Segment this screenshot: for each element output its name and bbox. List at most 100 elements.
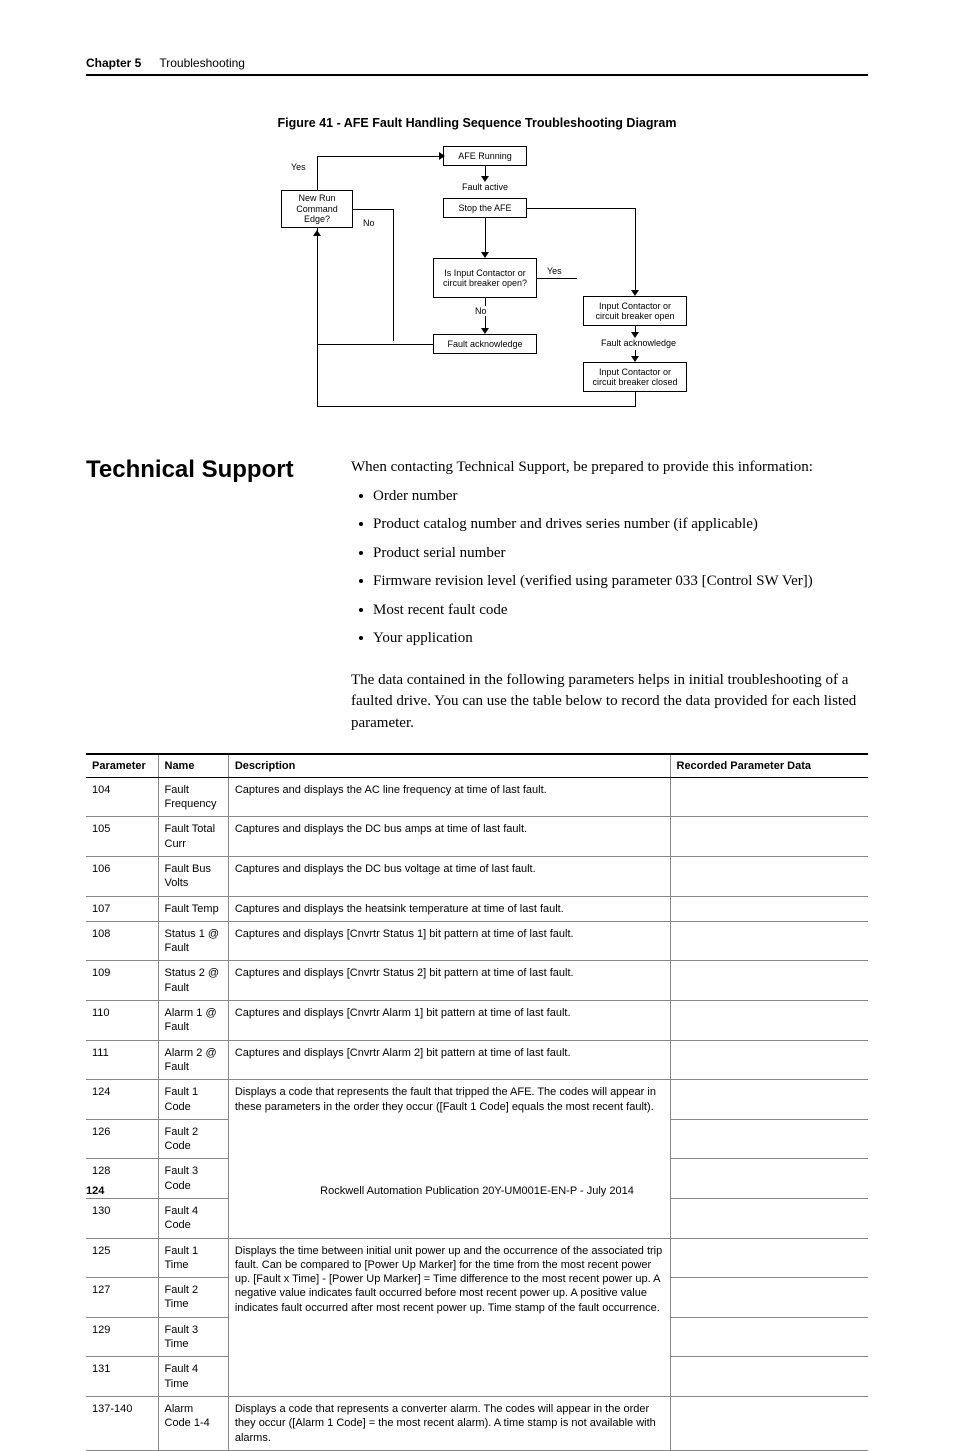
cell-name: Fault 4 Time xyxy=(158,1357,228,1397)
cell-desc: Captures and displays [Cnvrtr Status 1] … xyxy=(228,921,670,961)
bullet-item: Firmware revision level (verified using … xyxy=(373,570,868,593)
node-ic-open: Input Contactor or circuit breaker open xyxy=(583,296,687,326)
bullet-item: Your application xyxy=(373,627,868,650)
bullet-item: Most recent fault code xyxy=(373,599,868,622)
cell-param: 124 xyxy=(86,1080,158,1120)
cell-desc: Displays the time between initial unit p… xyxy=(228,1238,670,1396)
node-fault-ack-right: Fault acknowledge xyxy=(601,338,676,348)
cell-param: 106 xyxy=(86,856,158,896)
node-stop-afe: Stop the AFE xyxy=(443,198,527,218)
cell-recorded xyxy=(670,1119,868,1159)
cell-name: Alarm Code 1-4 xyxy=(158,1396,228,1450)
cell-recorded xyxy=(670,817,868,857)
table-row: 111 Alarm 2 @ Fault Captures and display… xyxy=(86,1040,868,1080)
table-row: 137-140 Alarm Code 1-4 Displays a code t… xyxy=(86,1396,868,1450)
th-name: Name xyxy=(158,754,228,778)
cell-recorded xyxy=(670,1317,868,1357)
cell-desc: Captures and displays the AC line freque… xyxy=(228,777,670,817)
label-no-ic: No xyxy=(475,306,487,316)
cell-param: 130 xyxy=(86,1198,158,1238)
cell-desc: Captures and displays the heatsink tempe… xyxy=(228,896,670,921)
node-fault-ack-left: Fault acknowledge xyxy=(433,334,537,354)
cell-param: 111 xyxy=(86,1040,158,1080)
cell-name: Fault Frequency xyxy=(158,777,228,817)
cell-desc: Displays a code that represents a conver… xyxy=(228,1396,670,1450)
bullet-item: Order number xyxy=(373,485,868,508)
cell-desc: Captures and displays [Cnvrtr Alarm 2] b… xyxy=(228,1040,670,1080)
cell-param: 127 xyxy=(86,1278,158,1318)
table-row: 104 Fault Frequency Captures and display… xyxy=(86,777,868,817)
table-row: 109 Status 2 @ Fault Captures and displa… xyxy=(86,961,868,1001)
page-number: 124 xyxy=(86,1185,104,1197)
table-row: 108 Status 1 @ Fault Captures and displa… xyxy=(86,921,868,961)
cell-recorded xyxy=(670,1001,868,1041)
cell-name: Fault Total Curr xyxy=(158,817,228,857)
page-footer: 124 Rockwell Automation Publication 20Y-… xyxy=(86,1185,868,1197)
flowchart-diagram: AFE Running Fault active Stop the AFE Ne… xyxy=(257,146,697,416)
bullet-item: Product serial number xyxy=(373,542,868,565)
label-fault-active: Fault active xyxy=(462,182,508,192)
cell-param: 125 xyxy=(86,1238,158,1278)
chapter-label: Chapter 5 xyxy=(86,56,141,70)
node-afe-running: AFE Running xyxy=(443,146,527,166)
cell-recorded xyxy=(670,896,868,921)
cell-name: Fault 4 Code xyxy=(158,1198,228,1238)
cell-name: Alarm 1 @ Fault xyxy=(158,1001,228,1041)
cell-name: Alarm 2 @ Fault xyxy=(158,1040,228,1080)
cell-recorded xyxy=(670,1238,868,1278)
label-yes-newrun: Yes xyxy=(291,162,306,172)
bullet-item: Product catalog number and drives series… xyxy=(373,513,868,536)
node-ic-closed: Input Contactor or circuit breaker close… xyxy=(583,362,687,392)
parameter-table: Parameter Name Description Recorded Para… xyxy=(86,753,868,1451)
th-parameter: Parameter xyxy=(86,754,158,778)
cell-name: Fault Bus Volts xyxy=(158,856,228,896)
publication-info: Rockwell Automation Publication 20Y-UM00… xyxy=(320,1185,634,1197)
table-row: 105 Fault Total Curr Captures and displa… xyxy=(86,817,868,857)
cell-desc: Displays a code that represents the faul… xyxy=(228,1080,670,1238)
cell-param: 107 xyxy=(86,896,158,921)
cell-param: 110 xyxy=(86,1001,158,1041)
cell-recorded xyxy=(670,961,868,1001)
cell-desc: Captures and displays the DC bus amps at… xyxy=(228,817,670,857)
cell-name: Fault 2 Time xyxy=(158,1278,228,1318)
section-heading: Technical Support xyxy=(86,456,311,484)
chapter-title: Troubleshooting xyxy=(159,56,245,70)
cell-recorded xyxy=(670,1080,868,1120)
page-header: Chapter 5 Troubleshooting xyxy=(86,56,868,76)
cell-param: 109 xyxy=(86,961,158,1001)
node-new-run-cmd: New Run Command Edge? xyxy=(281,190,353,228)
technical-support-section: Technical Support When contacting Techni… xyxy=(86,456,868,735)
cell-param: 108 xyxy=(86,921,158,961)
table-row: 110 Alarm 1 @ Fault Captures and display… xyxy=(86,1001,868,1041)
cell-recorded xyxy=(670,921,868,961)
node-input-contactor-q: Is Input Contactor or circuit breaker op… xyxy=(433,258,537,298)
cell-recorded xyxy=(670,1396,868,1450)
cell-name: Status 2 @ Fault xyxy=(158,961,228,1001)
label-no-newrun: No xyxy=(363,218,375,228)
cell-desc: Captures and displays the DC bus voltage… xyxy=(228,856,670,896)
intro-text: When contacting Technical Support, be pr… xyxy=(351,456,868,479)
figure-title: Figure 41 - AFE Fault Handling Sequence … xyxy=(86,116,868,130)
table-row: 106 Fault Bus Volts Captures and display… xyxy=(86,856,868,896)
cell-desc: Captures and displays [Cnvrtr Status 2] … xyxy=(228,961,670,1001)
th-description: Description xyxy=(228,754,670,778)
cell-recorded xyxy=(670,777,868,817)
cell-recorded xyxy=(670,1040,868,1080)
cell-name: Status 1 @ Fault xyxy=(158,921,228,961)
cell-param: 105 xyxy=(86,817,158,857)
cell-param: 104 xyxy=(86,777,158,817)
cell-desc: Captures and displays [Cnvrtr Alarm 1] b… xyxy=(228,1001,670,1041)
cell-recorded xyxy=(670,1198,868,1238)
cell-param: 131 xyxy=(86,1357,158,1397)
cell-name: Fault 3 Time xyxy=(158,1317,228,1357)
cell-name: Fault 2 Code xyxy=(158,1119,228,1159)
cell-recorded xyxy=(670,856,868,896)
table-row: 125 Fault 1 TimeDisplays the time betwee… xyxy=(86,1238,868,1278)
cell-recorded xyxy=(670,1278,868,1318)
cell-param: 137-140 xyxy=(86,1396,158,1450)
info-bullet-list: Order number Product catalog number and … xyxy=(351,485,868,650)
cell-param: 129 xyxy=(86,1317,158,1357)
cell-name: Fault 1 Time xyxy=(158,1238,228,1278)
table-row: 124 Fault 1 CodeDisplays a code that rep… xyxy=(86,1080,868,1120)
cell-param: 126 xyxy=(86,1119,158,1159)
